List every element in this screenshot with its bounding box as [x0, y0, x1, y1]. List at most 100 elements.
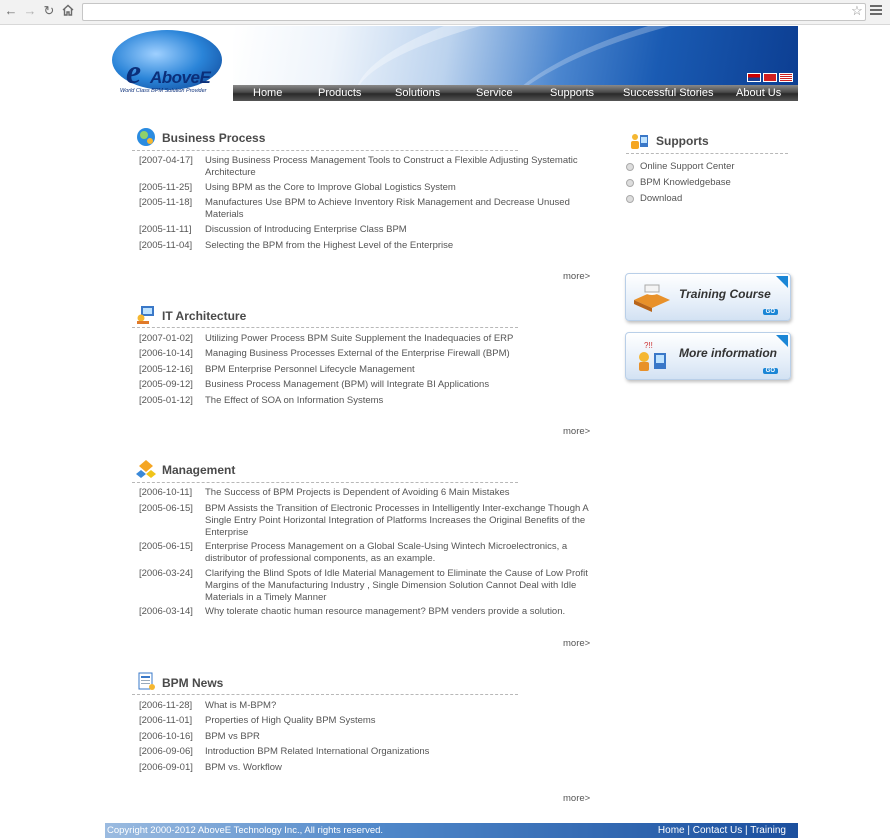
item-link[interactable]: Selecting the BPM from the Highest Level…	[205, 240, 593, 252]
back-arrow-icon[interactable]: ←	[4, 4, 18, 18]
item-date: [2006-09-01]	[139, 762, 193, 773]
footer-separator: |	[687, 825, 690, 836]
section-title-business-process: Business Process	[162, 131, 266, 145]
forward-arrow-icon[interactable]: →	[23, 4, 37, 18]
logo-tagline: World Class BPM Solution Provider	[120, 88, 207, 94]
sidebar-item-label[interactable]: Online Support Center	[640, 161, 735, 172]
item-date: [2006-10-14]	[139, 348, 193, 359]
item-date: [2006-11-01]	[139, 715, 193, 726]
news-document-icon	[135, 670, 157, 692]
footer-links: Home | Contact Us | Training	[658, 825, 786, 836]
item-date: [2006-03-14]	[139, 606, 193, 617]
bullet-icon	[626, 179, 634, 187]
section-divider	[132, 327, 518, 328]
item-link[interactable]: BPM Assists the Transition of Electronic…	[205, 503, 593, 538]
computer-user-icon	[135, 303, 157, 325]
section-title-it-architecture: IT Architecture	[162, 309, 247, 323]
sidebar-title: Supports	[656, 134, 709, 148]
go-badge: GO	[762, 309, 778, 315]
footer-link-contact-us[interactable]: Contact Us	[693, 825, 742, 836]
address-bar[interactable]	[82, 3, 866, 21]
coffee-book-icon	[632, 280, 672, 314]
bookmark-star-icon[interactable]: ☆	[850, 3, 864, 19]
section-divider	[132, 694, 518, 695]
globe-people-icon	[135, 126, 157, 148]
nav-service[interactable]: Service	[476, 85, 513, 101]
item-date: [2005-11-04]	[139, 240, 193, 251]
sidebar-item-label[interactable]: BPM Knowledgebase	[640, 177, 731, 188]
go-badge: GO	[762, 368, 778, 374]
logo-mark: e	[126, 54, 142, 91]
item-date: [2006-10-16]	[139, 731, 193, 742]
item-link[interactable]: BPM Enterprise Personnel Lifecycle Manag…	[205, 364, 593, 376]
nav-about-us[interactable]: About Us	[736, 85, 781, 101]
nav-successful-stories[interactable]: Successful Stories	[623, 85, 713, 101]
nav-products[interactable]: Products	[318, 85, 361, 101]
nav-supports[interactable]: Supports	[550, 85, 594, 101]
item-date: [2005-06-15]	[139, 541, 193, 552]
item-link[interactable]: BPM vs. Workflow	[205, 762, 593, 774]
browser-toolbar: ← → ↻ ☆	[0, 0, 890, 25]
sidebar-divider	[626, 153, 788, 154]
flag-english-icon[interactable]	[747, 73, 761, 82]
home-icon[interactable]	[61, 4, 75, 18]
item-date: [2005-11-25]	[139, 182, 193, 193]
item-link[interactable]: Managing Business Processes External of …	[205, 348, 593, 360]
item-date: [2006-03-24]	[139, 568, 193, 579]
logo-text: AboveE	[150, 68, 211, 87]
item-link[interactable]: The Effect of SOA on Information Systems	[205, 395, 593, 407]
item-date: [2005-01-12]	[139, 395, 193, 406]
item-date: [2007-04-17]	[139, 155, 193, 166]
section-divider	[132, 482, 518, 483]
question-people-icon: ?!!	[632, 339, 672, 373]
section-divider	[132, 150, 518, 151]
item-link[interactable]: Using BPM as the Core to Improve Global …	[205, 182, 593, 194]
more-link[interactable]: more>	[563, 793, 590, 804]
bullet-icon	[626, 195, 634, 203]
bullet-icon	[626, 163, 634, 171]
item-link[interactable]: Utilizing Power Process BPM Suite Supple…	[205, 333, 593, 345]
promo-label: More information	[679, 346, 777, 360]
item-date: [2006-11-28]	[139, 700, 193, 711]
language-flags	[747, 73, 793, 82]
item-date: [2006-10-11]	[139, 487, 193, 498]
corner-arrow-icon	[776, 335, 788, 347]
item-link[interactable]: Why tolerate chaotic human resource mana…	[205, 606, 593, 618]
item-link[interactable]: Properties of High Quality BPM Systems	[205, 715, 593, 727]
footer-bar: Copyright 2000-2012 AboveE Technology In…	[105, 823, 798, 838]
item-date: [2005-11-11]	[139, 224, 192, 235]
item-link[interactable]: Business Process Management (BPM) will I…	[205, 379, 593, 391]
nav-solutions[interactable]: Solutions	[395, 85, 440, 101]
item-link[interactable]: The Success of BPM Projects is Dependent…	[205, 487, 593, 499]
more-link[interactable]: more>	[563, 638, 590, 649]
corner-arrow-icon	[776, 276, 788, 288]
item-link[interactable]: Introduction BPM Related International O…	[205, 746, 593, 758]
item-link[interactable]: Using Business Process Management Tools …	[205, 155, 593, 179]
item-link[interactable]: Manufactures Use BPM to Achieve Inventor…	[205, 197, 593, 221]
item-date: [2005-09-12]	[139, 379, 193, 390]
item-date: [2005-12-16]	[139, 364, 193, 375]
item-date: [2007-01-02]	[139, 333, 193, 344]
browser-menu-icon[interactable]	[870, 5, 882, 17]
nav-home[interactable]: Home	[253, 85, 282, 101]
more-link[interactable]: more>	[563, 271, 590, 282]
header-banner	[233, 26, 798, 85]
training-course-button[interactable]: Training Course GO	[625, 273, 791, 321]
item-link[interactable]: Discussion of Introducing Enterprise Cla…	[205, 224, 593, 236]
footer-link-home[interactable]: Home	[658, 825, 685, 836]
item-link[interactable]: BPM vs BPR	[205, 731, 593, 743]
item-link[interactable]: Enterprise Process Management on a Globa…	[205, 541, 593, 565]
footer-separator: |	[745, 825, 748, 836]
footer-link-training[interactable]: Training	[750, 825, 786, 836]
flag-us-icon[interactable]	[779, 73, 793, 82]
reload-icon[interactable]: ↻	[42, 4, 56, 18]
item-date: [2005-06-15]	[139, 503, 193, 514]
sidebar-item-label[interactable]: Download	[640, 193, 682, 204]
item-link[interactable]: What is M-BPM?	[205, 700, 593, 712]
more-link[interactable]: more>	[563, 426, 590, 437]
site-logo[interactable]: e AboveE World Class BPM Solution Provid…	[110, 28, 230, 100]
more-information-button[interactable]: ?!! More information GO	[625, 332, 791, 380]
item-link[interactable]: Clarifying the Blind Spots of Idle Mater…	[205, 568, 593, 603]
flag-chinese-icon[interactable]	[763, 73, 777, 82]
main-nav: Home Products Solutions Service Supports…	[233, 85, 798, 101]
